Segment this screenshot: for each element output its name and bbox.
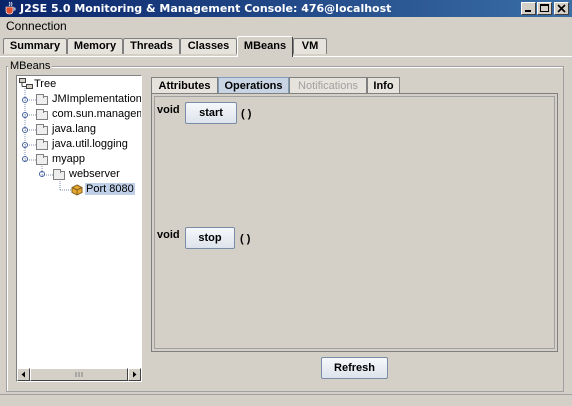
tab-attributes[interactable]: Attributes: [151, 77, 218, 94]
tab-classes[interactable]: Classes: [180, 38, 237, 54]
mbeans-panel-label: MBeans: [8, 60, 53, 72]
java-cup-icon: [5, 1, 16, 15]
window-bottom-edge: [0, 394, 572, 406]
stop-button[interactable]: stop: [185, 227, 235, 249]
arrow-left-icon: [21, 371, 25, 378]
folder-open-icon: [36, 154, 48, 165]
folder-icon: [36, 139, 48, 150]
tab-summary[interactable]: Summary: [3, 38, 67, 54]
start-button[interactable]: start: [185, 102, 237, 124]
title-bar: J2SE 5.0 Monitoring & Management Console…: [0, 0, 572, 17]
tree-node-java-util-logging[interactable]: java.util.logging: [52, 138, 128, 150]
stop-return-type: void: [157, 229, 180, 241]
tree-node-jmimplementation[interactable]: JMImplementation: [52, 93, 141, 105]
tree-node-root[interactable]: Tree: [34, 78, 56, 90]
tree-horizontal-scrollbar[interactable]: [17, 368, 141, 381]
mbean-tree[interactable]: Tree JMImplementation com.sun.managem ja…: [16, 75, 142, 382]
tree-node-webserver[interactable]: webserver: [69, 168, 120, 180]
tree-node-port-8080[interactable]: Port 8080: [85, 183, 135, 195]
maximize-button[interactable]: [537, 2, 552, 15]
start-params: ( ): [241, 108, 252, 120]
folder-icon: [36, 94, 48, 105]
tree-node-java-lang[interactable]: java.lang: [52, 123, 96, 135]
tab-mbeans[interactable]: MBeans: [237, 36, 293, 57]
stop-params: ( ): [240, 233, 251, 245]
grip-icon: [75, 372, 83, 377]
tab-notifications: Notifications: [289, 77, 367, 94]
window-title: J2SE 5.0 Monitoring & Management Console…: [20, 2, 392, 15]
tab-operations[interactable]: Operations: [218, 77, 289, 94]
refresh-button[interactable]: Refresh: [321, 357, 388, 379]
arrow-right-icon: [133, 371, 137, 378]
tab-threads[interactable]: Threads: [123, 38, 180, 54]
maximize-icon: [540, 4, 549, 12]
collapse-handle-icon[interactable]: [21, 155, 28, 162]
tab-vm[interactable]: VM: [293, 38, 327, 54]
tree-node-myapp[interactable]: myapp: [52, 153, 85, 165]
scroll-left-button[interactable]: [17, 368, 30, 381]
close-icon: [557, 4, 566, 13]
menu-connection[interactable]: Connection: [6, 19, 67, 33]
expand-handle-icon[interactable]: [21, 96, 28, 103]
start-return-type: void: [157, 104, 180, 116]
expand-handle-icon[interactable]: [21, 111, 28, 118]
mbean-bean-icon: [71, 184, 83, 196]
collapse-handle-icon[interactable]: [38, 170, 45, 177]
tree-node-com-sun[interactable]: com.sun.managem: [52, 108, 141, 120]
scroll-thumb[interactable]: [30, 368, 128, 381]
tab-info[interactable]: Info: [367, 77, 400, 94]
expand-handle-icon[interactable]: [21, 126, 28, 133]
folder-icon: [36, 124, 48, 135]
expand-handle-icon[interactable]: [21, 141, 28, 148]
tree-root-icon: [19, 78, 33, 89]
tab-memory[interactable]: Memory: [67, 38, 123, 54]
tree-lines: [24, 88, 71, 191]
split-pane-divider[interactable]: [143, 75, 148, 382]
close-button[interactable]: [554, 2, 569, 15]
folder-open-icon: [53, 169, 65, 180]
minimize-button[interactable]: [521, 2, 536, 15]
scroll-right-button[interactable]: [128, 368, 141, 381]
minimize-icon: [525, 10, 531, 12]
folder-icon: [36, 109, 48, 120]
menu-bar: Connection: [0, 17, 572, 36]
operations-inner-panel: [154, 96, 555, 349]
